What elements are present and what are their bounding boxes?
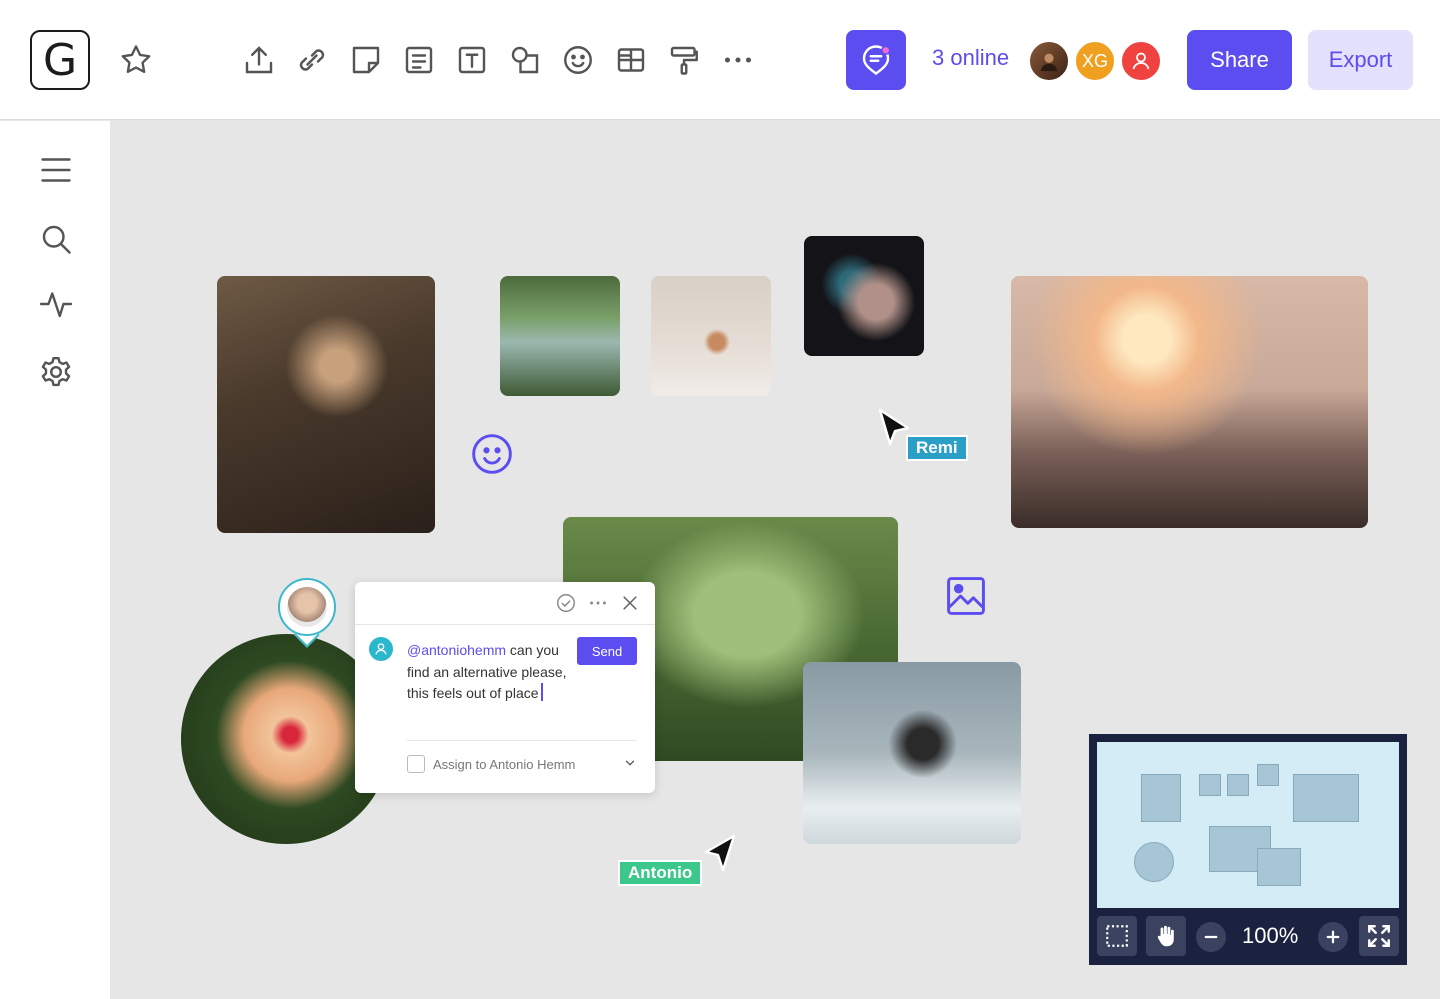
fullscreen-button[interactable]: [1359, 916, 1399, 956]
chevron-down-icon[interactable]: [623, 756, 637, 770]
assign-checkbox[interactable]: [407, 755, 425, 773]
minimap-item: [1257, 764, 1279, 786]
more-icon[interactable]: [718, 40, 758, 80]
sticky-note-icon[interactable]: [346, 40, 386, 80]
more-icon[interactable]: [587, 592, 609, 614]
app-logo[interactable]: G: [30, 30, 90, 90]
menu-icon[interactable]: [36, 150, 76, 190]
comment-pin-icon: [862, 45, 891, 75]
share-button[interactable]: Share: [1187, 30, 1292, 90]
cursor-label-antonio: Antonio: [620, 862, 701, 884]
online-count: 3 online: [932, 45, 1010, 70]
minimap-viewport[interactable]: [1097, 742, 1399, 908]
emoji-icon[interactable]: [470, 432, 514, 476]
top-toolbar: G 3 online XG Share Export: [0, 0, 1440, 120]
photo-cat[interactable]: [804, 236, 924, 356]
search-icon[interactable]: [36, 219, 76, 259]
plus-icon: [1326, 930, 1340, 944]
comment-actions: [555, 592, 641, 614]
minimap-item: [1199, 774, 1221, 796]
photo-girl[interactable]: [1011, 276, 1368, 528]
text-caret: [540, 683, 543, 701]
user-photo-icon: [1040, 53, 1058, 72]
comment-mode-button[interactable]: [846, 30, 906, 90]
zoom-out-button[interactable]: [1196, 922, 1226, 952]
photo-boys[interactable]: [500, 276, 620, 396]
text-icon[interactable]: [452, 40, 492, 80]
divider: [355, 624, 655, 625]
marquee-select-icon: [1106, 925, 1128, 947]
avatar[interactable]: [1028, 40, 1070, 82]
mention-link[interactable]: @antoniohemm: [407, 642, 506, 658]
user-icon: [375, 643, 387, 655]
send-button[interactable]: Send: [577, 637, 637, 665]
zoom-level: 100%: [1242, 923, 1299, 948]
export-button[interactable]: Export: [1308, 30, 1413, 90]
avatar: [287, 587, 327, 627]
cursor-label-remi: Remi: [908, 437, 966, 459]
comment-popup: @antoniohemm can you find an alternative…: [355, 582, 655, 793]
image-icon[interactable]: [944, 574, 988, 618]
assign-label: Assign to Antonio Hemm: [433, 757, 576, 772]
upload-icon[interactable]: [239, 40, 279, 80]
card-icon[interactable]: [399, 40, 439, 80]
comment-pin[interactable]: [278, 578, 336, 636]
close-icon[interactable]: [619, 592, 641, 614]
hand-icon: [1157, 925, 1174, 947]
divider: [407, 740, 637, 741]
emoji-icon[interactable]: [558, 40, 598, 80]
select-tool-button[interactable]: [1097, 916, 1137, 956]
minimap-item: [1257, 848, 1301, 886]
avatar: [369, 637, 393, 661]
minimap-item: [1227, 774, 1249, 796]
photo-baby[interactable]: [217, 276, 435, 533]
avatar[interactable]: XG: [1074, 40, 1116, 82]
minimap-item: [1134, 842, 1174, 882]
left-sidebar: [0, 121, 110, 999]
shapes-icon[interactable]: [505, 40, 545, 80]
table-icon[interactable]: [611, 40, 651, 80]
settings-icon[interactable]: [36, 352, 76, 392]
star-icon[interactable]: [116, 40, 156, 80]
minus-icon: [1204, 935, 1218, 939]
fullscreen-icon: [1368, 925, 1390, 947]
comment-input[interactable]: @antoniohemm can you find an alternative…: [407, 640, 577, 705]
link-icon[interactable]: [292, 40, 332, 80]
avatar[interactable]: [1120, 40, 1162, 82]
minimap-item: [1293, 774, 1359, 822]
paint-roller-icon[interactable]: [664, 40, 704, 80]
resolve-icon[interactable]: [555, 592, 577, 614]
photo-shell[interactable]: [651, 276, 771, 396]
activity-icon[interactable]: [36, 284, 76, 324]
photo-surfer[interactable]: [803, 662, 1021, 844]
antonio-cursor-icon: [704, 834, 736, 872]
minimap-item: [1141, 774, 1181, 822]
hand-tool-button[interactable]: [1146, 916, 1186, 956]
user-icon: [1132, 52, 1150, 70]
zoom-in-button[interactable]: [1318, 922, 1348, 952]
